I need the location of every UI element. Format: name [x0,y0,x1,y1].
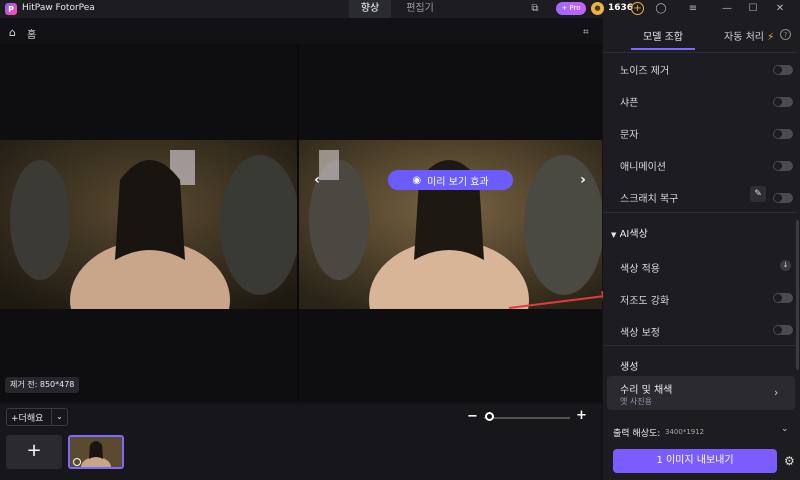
gear-icon[interactable]: ⚙ [784,454,795,468]
scratch-brush-icon[interactable]: ✎ [750,186,766,202]
toggle-color-correct[interactable] [773,325,793,335]
zoom-slider-handle[interactable] [485,412,494,421]
toggle-animation[interactable] [773,161,793,171]
minimize-icon[interactable]: — [720,2,734,16]
account-icon[interactable]: ◯ [654,2,668,16]
copy-icon[interactable]: ⧉ [528,2,542,16]
chevron-down-icon[interactable]: ⌄ [51,409,67,425]
help-icon[interactable]: ? [780,29,791,40]
toggle-scratch[interactable] [773,193,793,203]
side-scrollbar[interactable] [796,220,799,370]
toggle-text[interactable] [773,129,793,139]
zoom-out-button[interactable]: − [467,409,478,424]
maximize-icon[interactable]: ☐ [746,2,760,16]
prev-arrow-icon[interactable]: ‹ [310,172,324,188]
chevron-right-icon: › [774,386,779,399]
toggle-denoise[interactable] [773,65,793,75]
divider [603,212,797,213]
app-title: HitPaw FotorPea [22,3,95,13]
app-logo: P [5,3,17,15]
repair-subtitle: 옛 사진용 [620,397,652,406]
divider [603,52,797,53]
tab-auto-process[interactable]: 자동 처리 ⚡ [724,28,774,43]
row-label-scratch: 스크래치 복구 [620,194,679,205]
canvas-toolbar [0,22,602,42]
preview-effect-label: 미리 보기 효과 [427,176,489,188]
after-image [299,140,602,309]
zoom-in-button[interactable]: + [576,408,587,423]
row-label-animation: 애니메이션 [620,162,666,173]
download-icon[interactable]: ↓ [780,260,791,271]
coin-count: 1636 [608,3,634,13]
add-image-button[interactable]: + [6,435,62,469]
resolution-value: 3400*1912 [665,428,705,436]
side-panel [603,18,800,480]
resolution-label: 출력 해상도: [613,429,661,439]
eye-icon: ◉ [412,174,422,186]
close-icon[interactable]: ✕ [773,2,787,16]
expand-icon[interactable]: ⌄ [781,424,789,434]
preview-canvas [0,44,602,402]
size-label: 제거 전: 850*478 [5,377,80,393]
next-arrow-icon[interactable]: › [576,172,590,188]
divider [603,345,797,346]
add-more-button[interactable]: +더해요 ⌄ [6,408,68,426]
tab-underline [631,48,695,50]
row-label-color-correct: 색상 보정 [620,328,660,339]
toggle-lowlight[interactable] [773,293,793,303]
pro-button[interactable]: + Pro [556,2,586,15]
preview-effect-button[interactable]: ◉ 미리 보기 효과 [388,170,513,190]
ai-color-section[interactable]: ▼ AI색상 [611,225,648,240]
home-icon[interactable]: ⌂ [9,26,16,39]
before-image [0,140,297,309]
tab-model-combo[interactable]: 모델 조합 [643,28,683,43]
annotation-arrow [508,291,613,309]
export-button[interactable]: 1 이미지 내보내기 [613,449,777,473]
crop-icon[interactable]: ⌗ [583,27,589,38]
coin-icon: ● [591,2,604,15]
repair-title: 수리 및 채색 [620,385,673,396]
menu-icon[interactable]: ≡ [686,2,700,16]
tab-enhance[interactable]: 향상 [349,0,391,18]
tab-editor[interactable]: 편집기 [395,0,445,18]
row-label-lowlight: 저조도 강화 [620,296,670,307]
row-label-denoise: 노이즈 제거 [620,66,670,77]
caret-down-icon: ▼ [611,231,617,239]
home-label[interactable]: 홈 [27,26,36,41]
row-label-text: 문자 [620,130,639,141]
split-divider[interactable] [297,44,299,402]
toggle-sharpen[interactable] [773,97,793,107]
zoom-slider[interactable] [484,417,570,419]
row-label-sharpen: 샤픈 [620,98,639,109]
add-coins-button[interactable]: + [631,2,644,15]
generate-section: 생성 [620,362,639,373]
clock-icon [73,458,81,466]
lightning-icon: ⚡ [767,32,775,43]
row-label-color-apply: 색상 적용 [620,264,660,275]
add-more-label: +더해요 [11,413,44,424]
